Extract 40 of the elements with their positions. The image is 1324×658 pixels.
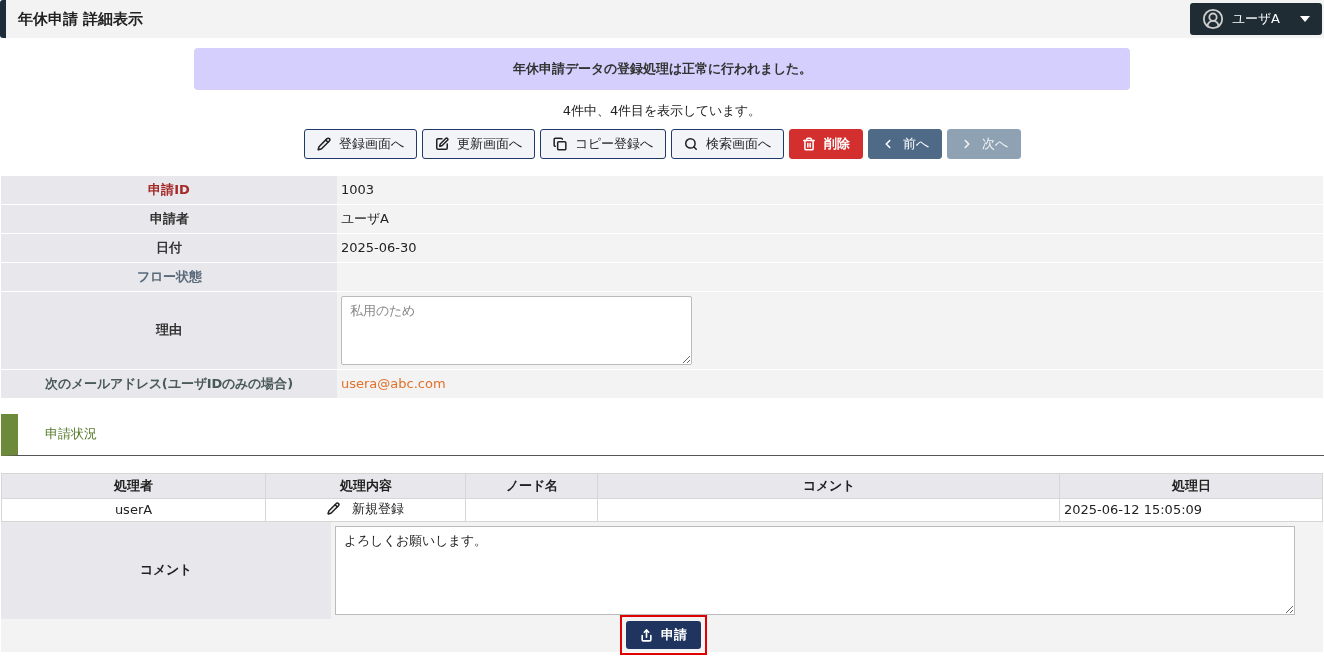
toolbar-button[interactable]: コピー登録へ (539, 128, 666, 159)
column-header: ノード名 (465, 473, 598, 498)
field-value: ユーザA (341, 209, 389, 228)
trash-icon (801, 136, 816, 151)
field-label: 次のメールアドレス(ユーザIDのみの場合) (1, 369, 337, 398)
delete-button[interactable]: 削除 (788, 128, 863, 159)
search-icon (683, 136, 698, 151)
table-cell: 2025-06-12 15:05:09 (1064, 501, 1203, 517)
toolbar-button[interactable]: 検索画面へ (670, 128, 784, 159)
user-menu[interactable]: ユーザA (1190, 3, 1322, 35)
reason-textarea[interactable]: 私用のため (341, 295, 692, 365)
field-value: 2025-06-30 (341, 238, 417, 257)
field-value: 1003 (341, 180, 375, 199)
edit-icon (434, 136, 449, 151)
comment-textarea[interactable]: よろしくお願いします。 (335, 525, 1295, 615)
pencil-icon (327, 501, 340, 515)
record-count: 4件中、4件目を表示しています。 (562, 102, 762, 120)
copy-icon (552, 136, 567, 151)
toolbar-button[interactable]: 登録画面へ (303, 128, 417, 159)
caret-icon (1300, 16, 1310, 22)
success-alert: 年休申請データの登録処理は正常に行われました。 (194, 48, 1130, 90)
column-header: 処理内容 (265, 473, 466, 498)
section-title: 申請状況 (44, 425, 97, 444)
field-label: 申請ID (1, 175, 337, 204)
toolbar-button[interactable]: 前へ (867, 128, 942, 159)
avatar-icon (1202, 8, 1225, 30)
pencil-icon (316, 136, 331, 151)
submit-button[interactable]: 申請 (626, 621, 701, 649)
column-header: 処理者 (1, 473, 266, 498)
column-header: 処理日 (1059, 473, 1323, 498)
comment-label: コメント (1, 521, 331, 619)
column-header: コメント (597, 473, 1060, 498)
field-label: 理由 (1, 291, 337, 369)
field-label: フロー状態 (1, 262, 337, 291)
table-cell-text: 新規登録 (352, 499, 404, 518)
table-cell: userA (114, 501, 153, 517)
page-title: 年休申請 詳細表示 (17, 8, 144, 30)
toolbar-button[interactable]: 更新画面へ (421, 128, 535, 159)
field-label: 申請者 (1, 204, 337, 233)
field-label: 日付 (1, 233, 337, 262)
